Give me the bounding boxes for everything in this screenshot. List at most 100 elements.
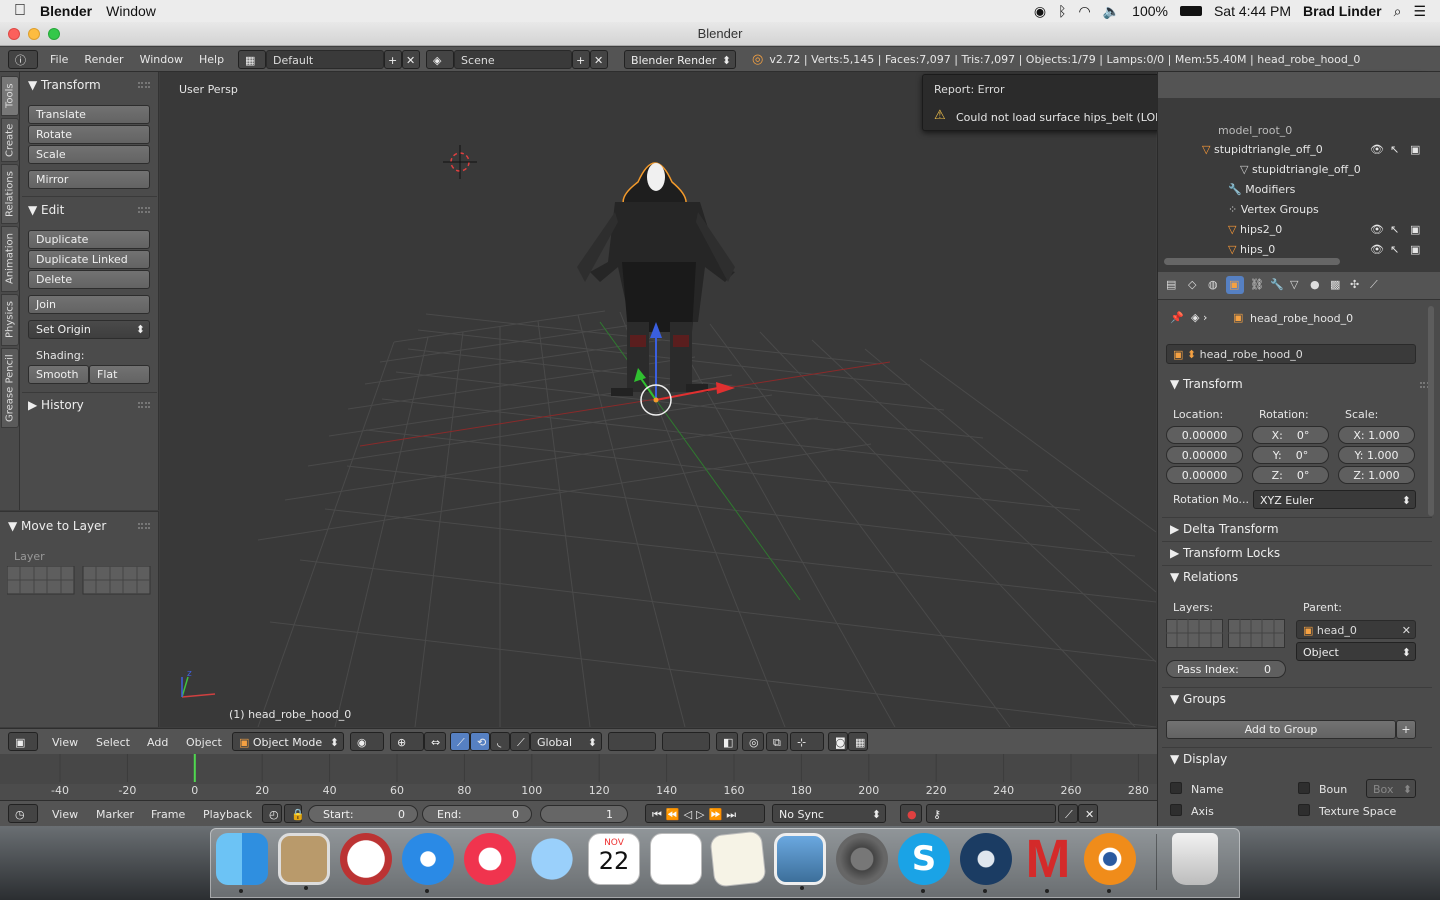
tab-grease-pencil[interactable]: Grease Pencil: [1, 348, 19, 428]
timeline[interactable]: -40 -20 0 20 40 60 80 100 120 140 160 180 200 220 240 2…: [0, 754, 1157, 800]
spotlight-icon[interactable]: ⌕: [1394, 3, 1402, 20]
current-frame-field[interactable]: 1: [540, 805, 628, 823]
outliner-item[interactable]: ▽ stupidtriangle_off_0: [1240, 163, 1361, 176]
material-tab-icon[interactable]: ●: [1310, 278, 1320, 291]
screen-layout-icon[interactable]: ▦: [238, 49, 267, 69]
scale-z-field[interactable]: Z: 1.000: [1338, 466, 1415, 484]
eye-icon[interactable]: 👁: [1370, 223, 1384, 236]
duplicate-button[interactable]: Duplicate: [28, 230, 150, 249]
render-animation-icon[interactable]: ▦: [848, 732, 868, 751]
preview-range-icon[interactable]: ◴: [262, 804, 282, 823]
outliner-item[interactable]: ▽ stupidtriangle_off_0: [1202, 143, 1323, 156]
tab-physics[interactable]: Physics: [1, 294, 19, 346]
history-panel-title[interactable]: ▶ History: [28, 396, 84, 414]
transform-locks-section[interactable]: ▶ Transform Locks: [1170, 546, 1280, 560]
tab-tools[interactable]: Tools: [1, 76, 19, 116]
scene-icon[interactable]: ◈: [426, 49, 455, 69]
sync-mode-dropdown[interactable]: No Sync ⬍: [772, 804, 886, 823]
render-image-icon[interactable]: ◙: [828, 732, 848, 751]
preview-icon[interactable]: [278, 833, 330, 890]
cursor-icon[interactable]: ↖: [1390, 143, 1399, 156]
transform-panel-title[interactable]: ▼ Transform: [28, 76, 101, 94]
outliner-item[interactable]: model_root_0: [1218, 124, 1292, 137]
eye-icon[interactable]: 👁: [1370, 243, 1384, 256]
playback-controls[interactable]: ⏮⏪◁▷⏩⏭: [645, 804, 765, 823]
tab-create[interactable]: Create: [1, 118, 19, 162]
location-x-field[interactable]: 0.00000: [1166, 426, 1243, 444]
zoom-window-button[interactable]: [48, 28, 60, 40]
menu-select[interactable]: Select: [88, 733, 138, 752]
texture-tab-icon[interactable]: ▩: [1330, 278, 1340, 291]
lock-range-icon[interactable]: 🔒: [284, 804, 305, 823]
close-window-button[interactable]: [8, 28, 20, 40]
proportional-edit-icon[interactable]: ◎: [742, 732, 764, 751]
transform-orientation-dropdown[interactable]: Global ⬍: [530, 732, 602, 751]
3d-viewport[interactable]: User Persp z (1) head_robe_hood_0: [160, 72, 1156, 727]
add-scene-icon[interactable]: +: [572, 49, 591, 69]
menu-object[interactable]: Object: [178, 733, 230, 752]
clear-parent-icon[interactable]: ✕: [1402, 621, 1411, 640]
world-tab-icon[interactable]: ◍: [1208, 278, 1218, 291]
flat-button[interactable]: Flat: [89, 365, 150, 384]
snap-icon[interactable]: ⧉: [766, 732, 788, 751]
tab-animation[interactable]: Animation: [1, 226, 19, 292]
menu-render[interactable]: Render: [76, 50, 131, 69]
scene-field[interactable]: Scene: [454, 49, 573, 69]
outliner-item[interactable]: ⁘ Vertex Groups: [1228, 203, 1319, 216]
3d-cursor-icon[interactable]: [443, 145, 477, 179]
pivot-manipulator-icon[interactable]: ⟋: [510, 732, 530, 751]
object-layers-grid[interactable]: [1166, 619, 1286, 649]
timeline-menu-view[interactable]: View: [44, 805, 86, 824]
object-name-field[interactable]: ▣ ⬍ head_robe_hood_0: [1166, 344, 1416, 364]
bluetooth-icon[interactable]: ᛒ: [1058, 3, 1066, 19]
tab-relations[interactable]: Relations: [1, 164, 19, 224]
record-icon[interactable]: ●: [900, 804, 922, 823]
rotation-x-field[interactable]: X: 0°: [1252, 426, 1329, 444]
render-engine-dropdown[interactable]: Blender Render ⬍: [624, 49, 737, 69]
editor-type-info[interactable]: ⓘ: [8, 49, 38, 69]
location-y-field[interactable]: 0.00000: [1166, 446, 1243, 464]
render-icon[interactable]: ▣: [1410, 223, 1420, 236]
timeline-menu-playback[interactable]: Playback: [195, 805, 260, 824]
battery-icon[interactable]: [1179, 6, 1202, 16]
menu-add[interactable]: Add: [139, 733, 176, 752]
itunes-icon[interactable]: ♫: [464, 833, 516, 885]
menu-help[interactable]: Help: [191, 50, 232, 69]
render-icon[interactable]: ▣: [1410, 143, 1420, 156]
outliner-item[interactable]: ▽ hips_0: [1228, 243, 1275, 256]
window-menu[interactable]: Window: [106, 3, 156, 19]
duplicate-linked-button[interactable]: Duplicate Linked: [28, 250, 150, 269]
keying-set-field[interactable]: ⚷: [926, 804, 1056, 823]
eye-icon[interactable]: 👁: [1370, 143, 1384, 156]
render-icon[interactable]: ▣: [1410, 243, 1420, 256]
apple-icon[interactable]: : [14, 2, 26, 20]
app-menu[interactable]: Blender: [40, 3, 92, 19]
join-button[interactable]: Join: [28, 295, 150, 314]
constraints-tab-icon[interactable]: ⛓: [1250, 278, 1264, 291]
panel-grip-icon[interactable]: [138, 82, 150, 88]
outliner-item[interactable]: 🔧 Modifiers: [1228, 183, 1295, 196]
menu-view[interactable]: View: [44, 733, 86, 752]
outliner-item[interactable]: ▽ hips2_0: [1228, 223, 1282, 236]
blender-icon[interactable]: [1084, 833, 1136, 893]
add-layout-icon[interactable]: +: [384, 49, 403, 69]
smooth-button[interactable]: Smooth: [28, 365, 89, 384]
display-section[interactable]: ▼ Display: [1170, 752, 1227, 766]
scale-manipulator-icon[interactable]: ◟: [490, 732, 510, 751]
cursor-icon[interactable]: ↖: [1390, 243, 1399, 256]
viewport-shading-dropdown[interactable]: ◉: [350, 732, 384, 751]
layer-grid[interactable]: [7, 566, 153, 596]
m-app-icon[interactable]: M: [1022, 832, 1074, 893]
parent-type-dropdown[interactable]: Object ⬍: [1296, 642, 1416, 661]
timeline-menu-frame[interactable]: Frame: [143, 805, 193, 824]
snap-element-dropdown[interactable]: ⊹: [790, 732, 824, 751]
move-to-layer-title[interactable]: ▼ Move to Layer: [8, 517, 106, 535]
transform-section[interactable]: ▼ Transform: [1170, 377, 1243, 391]
rotation-mode-dropdown[interactable]: XYZ Euler ⬍: [1253, 490, 1416, 509]
editor-type-timeline[interactable]: ◷: [8, 804, 38, 823]
scale-y-field[interactable]: Y: 1.000: [1338, 446, 1415, 464]
rotation-y-field[interactable]: Y: 0°: [1252, 446, 1329, 464]
menu-file[interactable]: File: [42, 50, 76, 69]
safari-icon[interactable]: [402, 833, 454, 893]
add-to-group-button[interactable]: Add to Group: [1166, 720, 1396, 739]
